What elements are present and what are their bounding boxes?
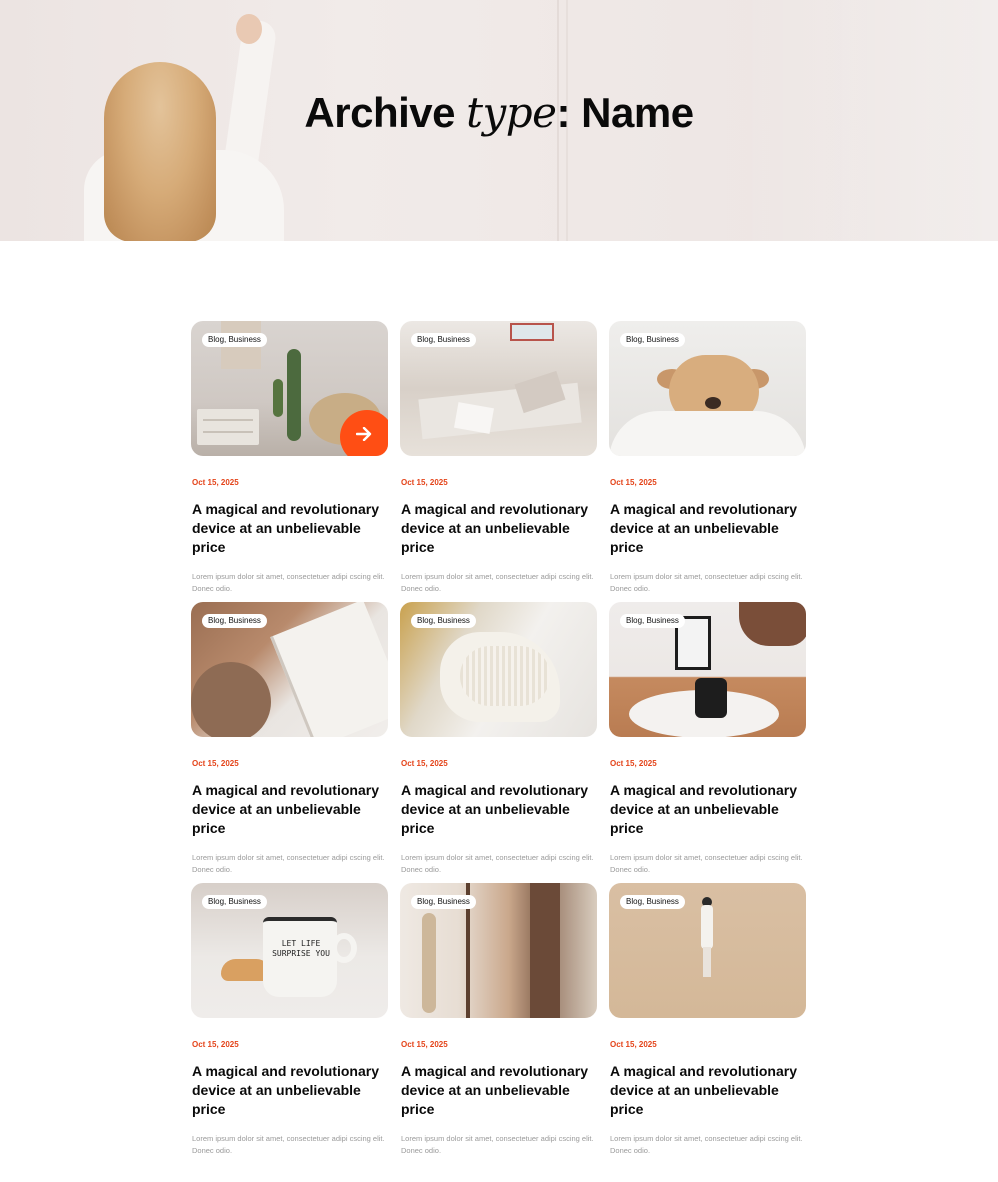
pampas-grass bbox=[422, 913, 436, 1013]
dresser bbox=[197, 409, 259, 445]
post-date: Oct 15, 2025 bbox=[610, 478, 657, 487]
post-date: Oct 15, 2025 bbox=[401, 1040, 448, 1049]
post-card[interactable]: LET LIFE SURPRISE YOU Blog, Business Oct… bbox=[191, 883, 388, 1164]
post-card[interactable]: Blog, Business Oct 15, 2025 A magical an… bbox=[609, 321, 806, 602]
post-title[interactable]: A magical and revolutionary device at an… bbox=[400, 500, 597, 557]
category-tag[interactable]: Blog, Business bbox=[411, 614, 476, 628]
category-tag[interactable]: Blog, Business bbox=[202, 614, 267, 628]
hanging-sweater bbox=[739, 602, 806, 646]
category-tag[interactable]: Blog, Business bbox=[202, 333, 267, 347]
post-title[interactable]: A magical and revolutionary device at an… bbox=[609, 781, 806, 838]
post-thumbnail[interactable]: Blog, Business bbox=[400, 602, 597, 737]
post-card[interactable]: Blog, Business Oct 15, 2025 A magical an… bbox=[609, 883, 806, 1164]
cactus-arm bbox=[273, 379, 283, 417]
blanket bbox=[609, 411, 806, 456]
category-tag[interactable]: Blog, Business bbox=[620, 614, 685, 628]
post-title[interactable]: A magical and revolutionary device at an… bbox=[191, 781, 388, 838]
category-tag[interactable]: Blog, Business bbox=[411, 895, 476, 909]
post-date: Oct 15, 2025 bbox=[401, 759, 448, 768]
read-more-button[interactable] bbox=[340, 410, 388, 456]
post-card[interactable]: Blog, Business Oct 15, 2025 A magical an… bbox=[191, 602, 388, 883]
page-title: Archive type: Name bbox=[0, 88, 998, 137]
post-date: Oct 15, 2025 bbox=[192, 759, 239, 768]
post-thumbnail[interactable]: Blog, Business bbox=[400, 883, 597, 1018]
post-title[interactable]: A magical and revolutionary device at an… bbox=[400, 781, 597, 838]
post-grid: Blog, Business Oct 15, 2025 A magical an… bbox=[191, 321, 807, 1164]
post-title[interactable]: A magical and revolutionary device at an… bbox=[191, 500, 388, 557]
post-thumbnail[interactable]: Blog, Business bbox=[609, 602, 806, 737]
post-excerpt: Lorem ipsum dolor sit amet, consectetuer… bbox=[192, 572, 385, 593]
post-card[interactable]: Blog, Business Oct 15, 2025 A magical an… bbox=[400, 321, 597, 602]
page-title-suffix: : Name bbox=[556, 89, 695, 136]
post-title[interactable]: A magical and revolutionary device at an… bbox=[609, 500, 806, 557]
post-excerpt: Lorem ipsum dolor sit amet, consectetuer… bbox=[401, 853, 594, 874]
post-date: Oct 15, 2025 bbox=[192, 478, 239, 487]
coat bbox=[530, 883, 560, 1018]
page-title-prefix: Archive bbox=[304, 89, 467, 136]
post-date: Oct 15, 2025 bbox=[192, 1040, 239, 1049]
post-excerpt: Lorem ipsum dolor sit amet, consectetuer… bbox=[401, 1134, 594, 1155]
post-card[interactable]: Blog, Business Oct 15, 2025 A magical an… bbox=[400, 602, 597, 883]
post-excerpt: Lorem ipsum dolor sit amet, consectetuer… bbox=[610, 1134, 803, 1155]
person-legs bbox=[703, 947, 711, 977]
fabric-fringe bbox=[460, 646, 550, 706]
cactus bbox=[287, 349, 301, 441]
post-thumbnail[interactable]: Blog, Business bbox=[191, 321, 388, 456]
person-body bbox=[701, 905, 713, 949]
sign bbox=[510, 323, 554, 341]
arrow-right-icon bbox=[356, 427, 372, 441]
post-excerpt: Lorem ipsum dolor sit amet, consectetuer… bbox=[610, 572, 803, 593]
post-title[interactable]: A magical and revolutionary device at an… bbox=[609, 1062, 806, 1119]
dog-nose bbox=[705, 397, 721, 409]
category-tag[interactable]: Blog, Business bbox=[620, 333, 685, 347]
post-excerpt: Lorem ipsum dolor sit amet, consectetuer… bbox=[401, 572, 594, 593]
post-excerpt: Lorem ipsum dolor sit amet, consectetuer… bbox=[192, 1134, 385, 1155]
post-date: Oct 15, 2025 bbox=[610, 759, 657, 768]
post-card[interactable]: Blog, Business Oct 15, 2025 A magical an… bbox=[191, 321, 388, 602]
post-title[interactable]: A magical and revolutionary device at an… bbox=[400, 1062, 597, 1119]
post-thumbnail[interactable]: Blog, Business bbox=[400, 321, 597, 456]
page-title-italic: type bbox=[466, 88, 557, 137]
post-thumbnail[interactable]: LET LIFE SURPRISE YOU Blog, Business bbox=[191, 883, 388, 1018]
post-thumbnail[interactable]: Blog, Business bbox=[609, 321, 806, 456]
mug-text: LET LIFE SURPRISE YOU bbox=[272, 939, 330, 958]
post-card[interactable]: Blog, Business Oct 15, 2025 A magical an… bbox=[609, 602, 806, 883]
category-tag[interactable]: Blog, Business bbox=[411, 333, 476, 347]
post-date: Oct 15, 2025 bbox=[610, 1040, 657, 1049]
post-excerpt: Lorem ipsum dolor sit amet, consectetuer… bbox=[192, 853, 385, 874]
knit-sweater bbox=[191, 662, 271, 737]
hero-banner: Archive type: Name bbox=[0, 0, 998, 241]
post-thumbnail[interactable]: Blog, Business bbox=[191, 602, 388, 737]
post-excerpt: Lorem ipsum dolor sit amet, consectetuer… bbox=[610, 853, 803, 874]
post-thumbnail[interactable]: Blog, Business bbox=[609, 883, 806, 1018]
post-date: Oct 15, 2025 bbox=[401, 478, 448, 487]
boots bbox=[695, 678, 727, 718]
post-title[interactable]: A magical and revolutionary device at an… bbox=[191, 1062, 388, 1119]
category-tag[interactable]: Blog, Business bbox=[202, 895, 267, 909]
category-tag[interactable]: Blog, Business bbox=[620, 895, 685, 909]
open-book bbox=[270, 602, 388, 737]
post-card[interactable]: Blog, Business Oct 15, 2025 A magical an… bbox=[400, 883, 597, 1164]
hero-figure-hand bbox=[236, 14, 262, 44]
